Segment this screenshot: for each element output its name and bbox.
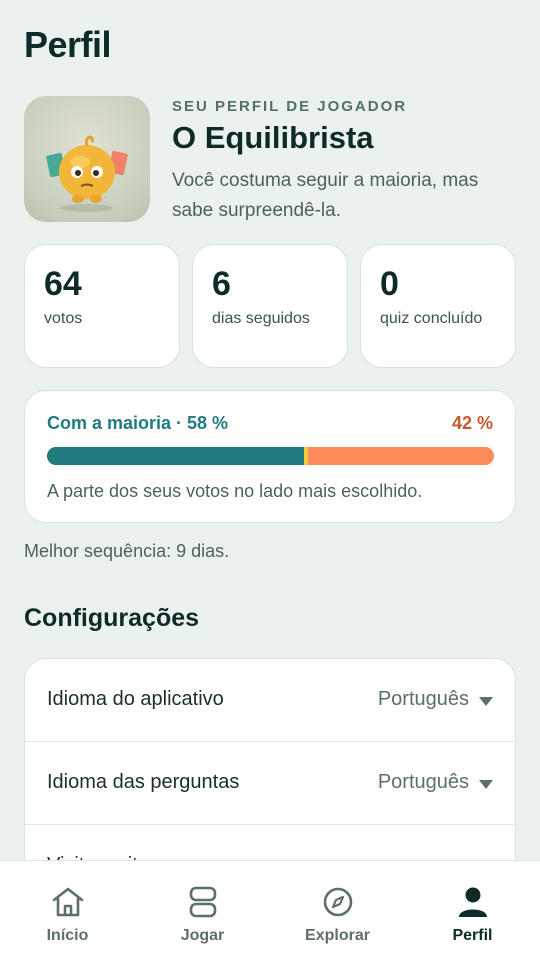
profile-kicker: SEU PERFIL DE JOGADOR (172, 98, 408, 115)
cards-icon (189, 886, 216, 918)
setting-value: Português (377, 771, 469, 793)
home-icon (52, 887, 83, 917)
profile-header: SEU PERFIL DE JOGADOR O Equilibrista Voc… (24, 96, 516, 222)
majority-caption: A parte dos seus votos no lado mais esco… (47, 481, 423, 501)
nav-item-home[interactable]: Início (0, 861, 135, 960)
chevron-down-icon (479, 780, 493, 789)
stat-label: quiz concluído (380, 310, 483, 327)
nav-label: Jogar (180, 927, 225, 944)
majority-card: Com a maioria · 58 % 42 % A parte dos se… (24, 390, 516, 523)
majority-label: Com a maioria · 58 % (47, 413, 229, 433)
stat-label: votos (44, 310, 83, 327)
nav-label: Início (46, 927, 89, 944)
stat-value: 0 (380, 265, 399, 303)
majority-progress-bar (47, 447, 494, 465)
chevron-down-icon (479, 697, 493, 706)
nav-item-explore[interactable]: Explorar (270, 861, 405, 960)
stat-card-votes: 64 votos (24, 244, 180, 368)
compass-icon (323, 887, 352, 917)
best-streak-text: Melhor sequência: 9 dias. (24, 541, 230, 561)
page-title: Perfil (24, 24, 112, 65)
setting-label: Idioma das perguntas (47, 771, 240, 793)
setting-label: Idioma do aplicativo (47, 688, 224, 710)
majority-progress-fill (47, 447, 307, 465)
profile-description: Você costuma seguir a maioria, mas sabe … (172, 170, 479, 221)
nav-item-profile[interactable]: Perfil (405, 861, 540, 960)
stat-card-streak: 6 dias seguidos (192, 244, 348, 368)
stats-row: 64 votos 6 dias seguidos 0 quiz concluíd… (24, 244, 516, 368)
setting-app-language[interactable]: Idioma do aplicativo Português (25, 659, 515, 742)
setting-value: Português (377, 688, 469, 710)
nav-label: Explorar (305, 927, 370, 944)
bottom-nav: Início Jogar Explorar Perfil (0, 860, 540, 960)
setting-question-language[interactable]: Idioma das perguntas Português (25, 742, 515, 825)
nav-item-play[interactable]: Jogar (135, 861, 270, 960)
person-icon (458, 887, 487, 917)
nav-label: Perfil (452, 927, 493, 944)
stat-value: 6 (212, 265, 231, 303)
mascot-illustration (46, 135, 128, 212)
minority-label: 42 % (451, 413, 493, 433)
stat-value: 64 (44, 265, 82, 303)
stat-card-quiz: 0 quiz concluído (360, 244, 516, 368)
stat-label: dias seguidos (212, 310, 310, 327)
majority-progress-marker (304, 447, 309, 465)
profile-name: O Equilibrista (172, 120, 374, 155)
avatar (24, 96, 150, 222)
settings-section-title: Configurações (24, 604, 200, 632)
